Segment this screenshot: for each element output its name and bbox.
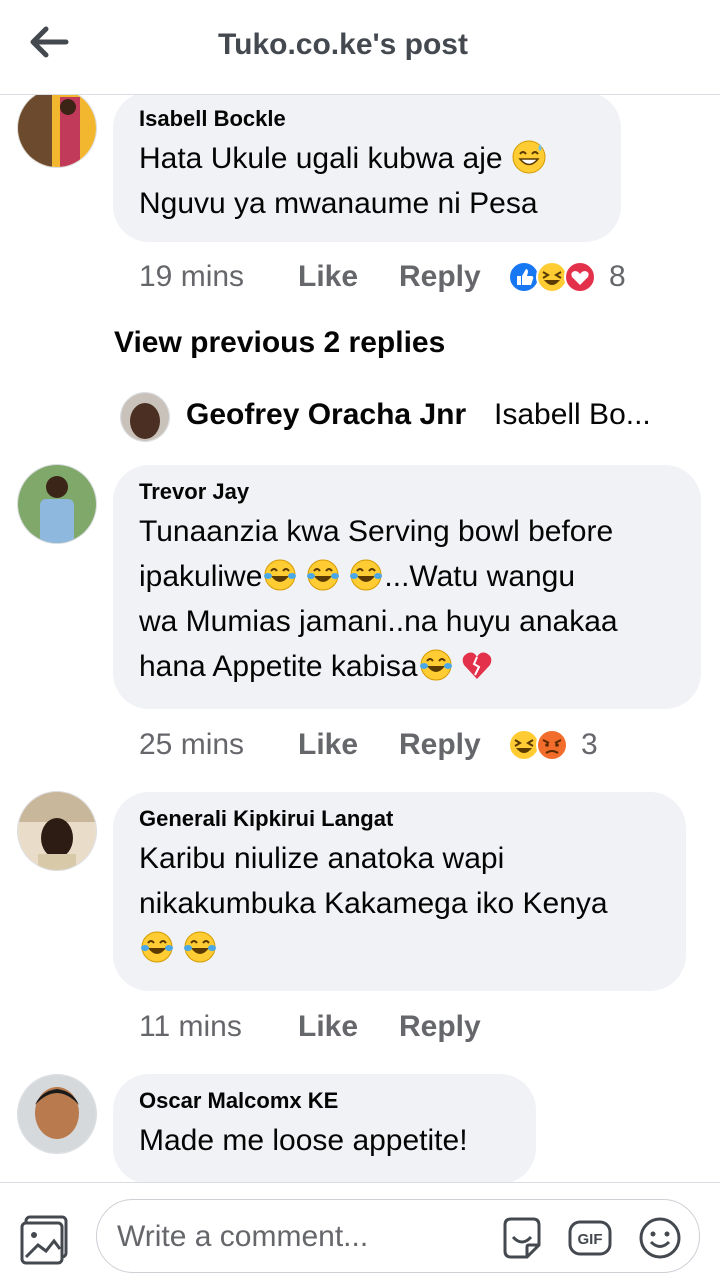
comment-bubble[interactable]: Trevor Jay Tunaanzia kwa Serving bowl be… bbox=[113, 465, 701, 709]
reaction-count: 3 bbox=[581, 728, 598, 761]
grin-sweat-emoji-icon bbox=[512, 140, 546, 174]
avatar[interactable] bbox=[17, 88, 97, 168]
gif-label: GIF bbox=[578, 1231, 603, 1248]
comment-actions: 19 mins Like Reply 8 bbox=[139, 260, 639, 300]
emoji-icon[interactable] bbox=[637, 1215, 683, 1261]
tears-of-joy-emoji-icon bbox=[141, 931, 173, 963]
comment-author[interactable]: Generali Kipkirui Langat bbox=[139, 806, 660, 832]
comment-bubble[interactable]: Generali Kipkirui Langat Karibu niulize … bbox=[113, 792, 686, 991]
love-reaction-icon bbox=[564, 261, 596, 293]
comment-bubble[interactable]: Oscar Malcomx KE Made me loose appetite! bbox=[113, 1074, 536, 1184]
avatar[interactable] bbox=[17, 1074, 97, 1154]
angry-reaction-icon bbox=[536, 729, 568, 761]
tears-of-joy-emoji-icon bbox=[307, 559, 340, 591]
reply-button[interactable]: Reply bbox=[399, 260, 481, 294]
reaction-summary[interactable]: 8 bbox=[507, 260, 637, 296]
tears-of-joy-emoji-icon bbox=[419, 649, 452, 681]
gif-icon[interactable]: GIF bbox=[567, 1215, 613, 1261]
sticker-icon[interactable] bbox=[499, 1215, 545, 1261]
comment-input-placeholder: Write a comment... bbox=[117, 1220, 369, 1253]
comment-bubble[interactable]: Isabell Bockle Hata Ukule ugali kubwa aj… bbox=[113, 92, 621, 242]
comment-author[interactable]: Isabell Bockle bbox=[139, 106, 595, 132]
comment-input[interactable]: Write a comment... GIF bbox=[96, 1199, 700, 1273]
top-bar: Tuko.co.ke's post bbox=[0, 0, 720, 95]
reply-button[interactable]: Reply bbox=[399, 728, 481, 762]
comment-author[interactable]: Trevor Jay bbox=[139, 479, 675, 505]
comment-text: Made me loose appetite! bbox=[139, 1124, 468, 1157]
like-button[interactable]: Like bbox=[298, 260, 358, 294]
tears-of-joy-emoji-icon bbox=[184, 931, 216, 963]
comment-text: Hata Ukule ugali kubwa aje Nguvu ya mwan… bbox=[139, 136, 595, 226]
comment-text: Tunaanzia kwa Serving bowl before ipakul… bbox=[139, 515, 618, 683]
photo-icon[interactable] bbox=[20, 1213, 72, 1265]
tears-of-joy-emoji-icon bbox=[350, 559, 383, 591]
comment-time: 11 mins bbox=[139, 1010, 242, 1043]
broken-heart-emoji-icon bbox=[462, 652, 491, 679]
comment-time: 19 mins bbox=[139, 260, 245, 293]
tears-of-joy-emoji-icon bbox=[264, 559, 297, 591]
comment-text: Karibu niulize anatoka wapi nikakumbuka … bbox=[139, 836, 660, 971]
view-previous-replies-link[interactable]: View previous 2 replies bbox=[114, 326, 445, 360]
avatar[interactable] bbox=[17, 791, 97, 871]
reaction-summary[interactable]: 3 bbox=[507, 728, 607, 764]
reply-button[interactable]: Reply bbox=[399, 1010, 481, 1044]
comment-time: 25 mins bbox=[139, 728, 245, 761]
reply-preview[interactable]: Geofrey Oracha Jnr Isabell Bo... bbox=[120, 392, 710, 442]
comment-actions: 11 mins Like Reply bbox=[139, 1010, 539, 1050]
comment-composer: Write a comment... GIF bbox=[0, 1182, 720, 1275]
reply-text: Isabell Bo... bbox=[494, 398, 651, 431]
like-button[interactable]: Like bbox=[298, 728, 358, 762]
avatar bbox=[120, 392, 170, 442]
comment-author[interactable]: Oscar Malcomx KE bbox=[139, 1088, 510, 1114]
avatar[interactable] bbox=[17, 464, 97, 544]
reply-author[interactable]: Geofrey Oracha Jnr bbox=[186, 398, 466, 432]
reaction-count: 8 bbox=[609, 260, 626, 293]
like-button[interactable]: Like bbox=[298, 1010, 358, 1044]
page-title: Tuko.co.ke's post bbox=[218, 28, 468, 61]
comment-actions: 25 mins Like Reply 3 bbox=[139, 728, 639, 768]
